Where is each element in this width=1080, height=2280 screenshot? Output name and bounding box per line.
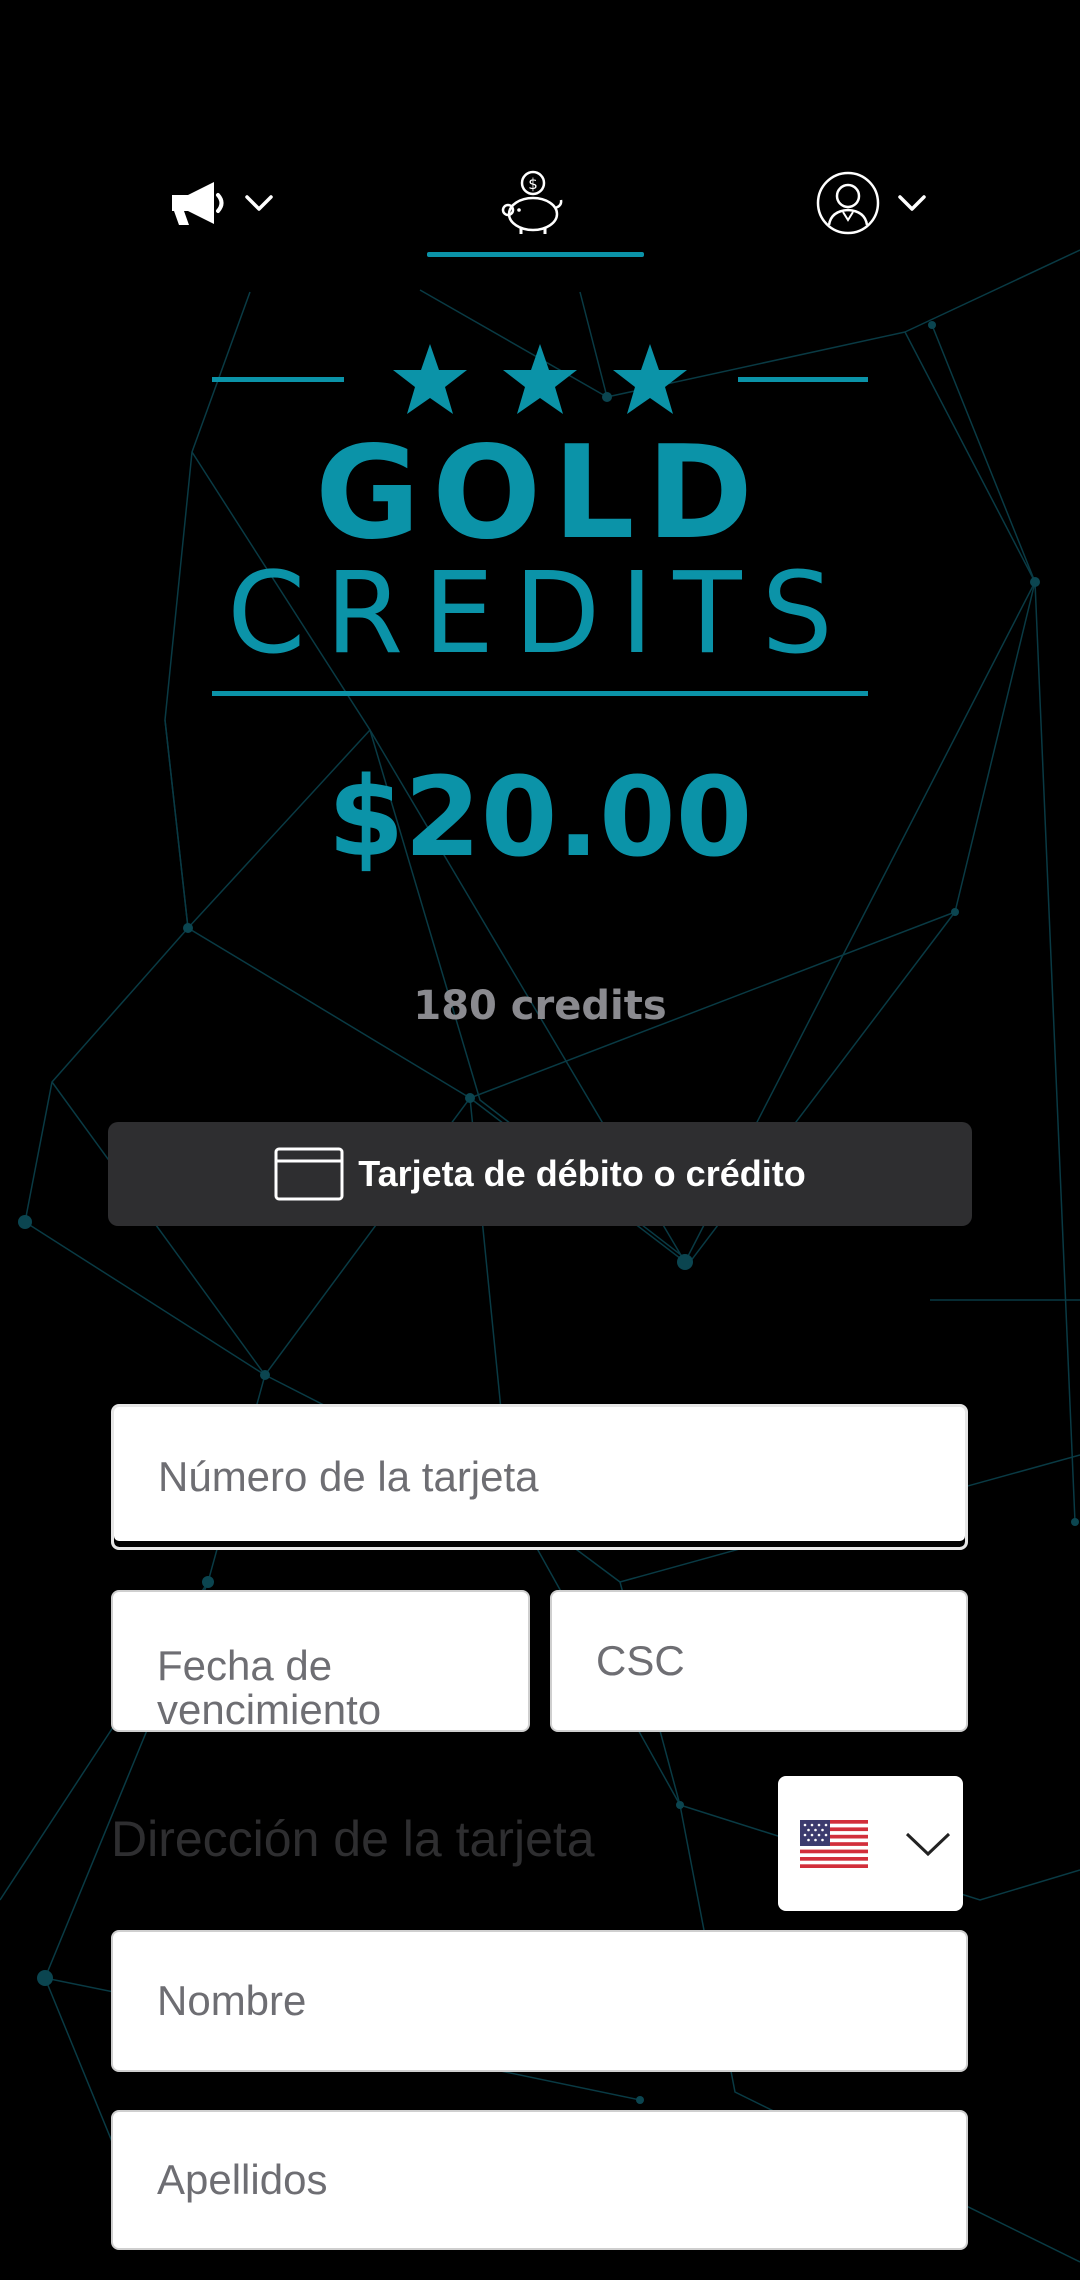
nav-profile-dropdown[interactable]: [815, 168, 931, 238]
active-tab-indicator: [427, 252, 644, 257]
chevron-down-icon: [905, 1832, 951, 1856]
top-navigation: $: [0, 150, 1080, 265]
nav-announcements-dropdown[interactable]: [170, 168, 280, 238]
first-name-placeholder: Nombre: [157, 1977, 307, 2024]
megaphone-icon: [172, 182, 224, 225]
card-icon: [274, 1147, 344, 1201]
chevron-down-icon: [245, 195, 273, 211]
profile-icon: [816, 171, 880, 235]
rating-stars: [393, 344, 687, 414]
payment-method-label: Tarjeta de débito o crédito: [358, 1153, 806, 1194]
csc-field[interactable]: CSC: [550, 1590, 968, 1732]
star-icon: [613, 344, 687, 414]
checkout-page: $ GOLD CREDITS $20.00 180 credits Tarjet…: [0, 0, 1080, 2280]
chevron-down-icon: [898, 195, 926, 211]
nav-credits-tab[interactable]: $: [495, 168, 571, 238]
billing-address-heading: Dirección de la tarjeta: [111, 1811, 595, 1867]
decorative-rule-right: [738, 377, 868, 382]
title-underline: [212, 691, 868, 696]
credit-amount: 180 credits: [413, 983, 667, 1029]
csc-placeholder: CSC: [596, 1637, 685, 1684]
star-icon: [503, 344, 577, 414]
star-icon: [393, 344, 467, 414]
decorative-rule-left: [212, 377, 344, 382]
payment-method-card-button[interactable]: Tarjeta de débito o crédito: [108, 1122, 972, 1226]
country-select[interactable]: [778, 1776, 963, 1911]
first-name-field[interactable]: Nombre: [111, 1930, 968, 2072]
card-number-field[interactable]: Número de la tarjeta: [111, 1404, 968, 1550]
product-title-credits: CREDITS: [227, 549, 853, 679]
expiry-date-field[interactable]: Fecha de vencimiento: [111, 1590, 530, 1732]
last-name-field[interactable]: Apellidos: [111, 2110, 968, 2250]
svg-text:$: $: [528, 175, 538, 193]
last-name-placeholder: Apellidos: [157, 2156, 328, 2203]
piggy-bank-icon: $: [501, 170, 563, 234]
product-title-gold: GOLD: [315, 419, 765, 568]
card-number-placeholder: Número de la tarjeta: [158, 1453, 539, 1500]
expiry-date-placeholder: Fecha de vencimiento: [157, 1642, 382, 1733]
us-flag-icon: [800, 1819, 868, 1868]
product-price: $20.00: [327, 753, 753, 881]
